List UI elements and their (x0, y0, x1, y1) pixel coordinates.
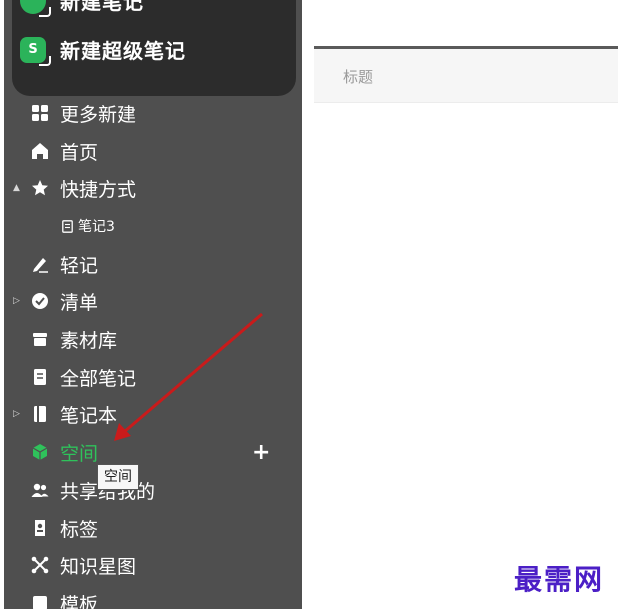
sidebar-item-note3[interactable]: 笔记3 (4, 209, 302, 243)
people-icon (30, 480, 50, 500)
sidebar-item-templates[interactable]: 模板 (4, 586, 302, 609)
sidebar-item-tags[interactable]: 标签 (4, 511, 302, 545)
new-note-button[interactable]: 新建笔记 (20, 0, 144, 17)
pen-icon (30, 254, 50, 274)
sidebar-item-materials[interactable]: 素材库 (4, 322, 302, 356)
cube-icon (30, 442, 50, 462)
sidebar-item-knowledge-graph[interactable]: 知识星图 (4, 548, 302, 582)
notebook-icon (30, 404, 50, 424)
tag-icon (30, 518, 50, 538)
home-icon (30, 141, 50, 161)
sidebar-item-label: 知识星图 (60, 555, 137, 578)
template-icon (30, 593, 50, 609)
sidebar-item-all-notes[interactable]: 全部笔记 (4, 360, 302, 394)
sidebar-item-label: 首页 (60, 141, 99, 164)
super-note-s-icon: S (20, 36, 51, 66)
expand-triangle-icon[interactable]: ▷ (13, 296, 20, 306)
expand-triangle-icon[interactable]: ▲ (13, 183, 20, 193)
note-file-icon (61, 219, 73, 233)
sidebar-item-label: 素材库 (60, 329, 118, 352)
sidebar-item-label: 模板 (60, 593, 99, 609)
space-tooltip: 空间 (97, 464, 139, 490)
add-space-button[interactable]: + (252, 440, 270, 465)
sidebar-item-quick-note[interactable]: 轻记 (4, 247, 302, 281)
sidebar-item-more-new[interactable]: 更多新建 (4, 96, 302, 130)
sidebar-item-label: 清单 (60, 291, 99, 314)
watermark: 最需网 (514, 563, 605, 596)
sidebar-item-label: 笔记3 (78, 219, 115, 235)
grid-icon (30, 103, 50, 123)
sidebar-item-space[interactable]: 空间 + (4, 435, 302, 469)
title-placeholder[interactable]: 标题 (343, 66, 373, 87)
check-circle-icon (30, 291, 50, 311)
sidebar-item-checklist[interactable]: ▷ 清单 (4, 284, 302, 318)
sidebar-item-label: 更多新建 (60, 103, 137, 126)
new-super-note-button[interactable]: S 新建超级笔记 (20, 35, 186, 66)
notes-icon (30, 367, 50, 387)
sidebar: 新建笔记 S 新建超级笔记 更多新建 首页 ▲ 快捷方式 笔记3 轻记 ▷ 清单… (4, 0, 302, 609)
box-icon (30, 329, 50, 349)
green-note-icon (20, 0, 51, 17)
sidebar-item-label: 空间 (60, 442, 99, 465)
sidebar-item-label: 标签 (60, 518, 99, 541)
sidebar-item-label: 快捷方式 (60, 178, 137, 201)
sidebar-item-shortcuts[interactable]: ▲ 快捷方式 (4, 171, 302, 205)
star-icon (30, 178, 50, 198)
sidebar-item-shared-with-me[interactable]: 共享给我的 (4, 473, 302, 507)
graph-icon (30, 555, 50, 575)
sidebar-item-notebooks[interactable]: ▷ 笔记本 (4, 397, 302, 431)
expand-triangle-icon[interactable]: ▷ (13, 409, 20, 419)
sidebar-item-label: 笔记本 (60, 404, 118, 427)
sidebar-item-label: 全部笔记 (60, 367, 137, 390)
new-note-label: 新建笔记 (60, 0, 144, 14)
new-super-note-label: 新建超级笔记 (60, 39, 186, 63)
sidebar-item-home[interactable]: 首页 (4, 134, 302, 168)
sidebar-item-label: 轻记 (60, 254, 99, 277)
